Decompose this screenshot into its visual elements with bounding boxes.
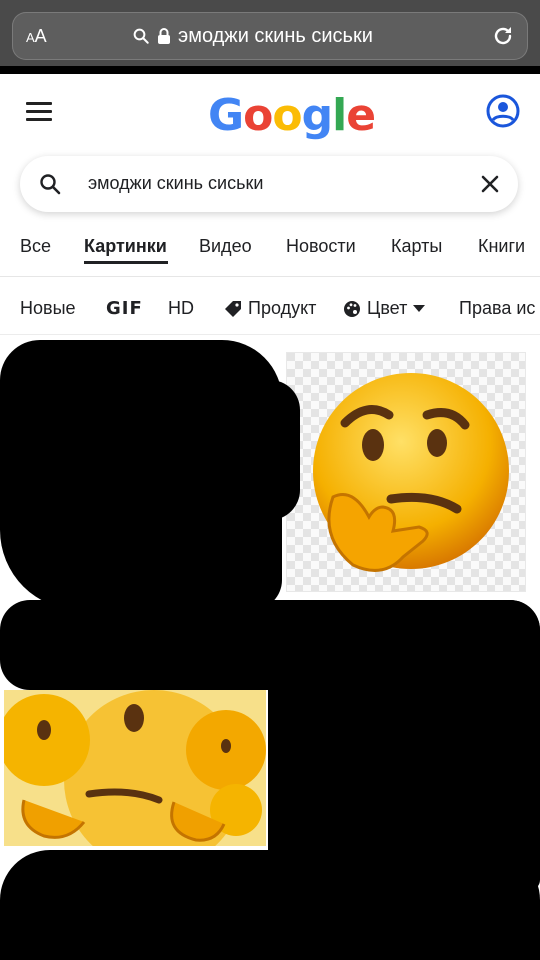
filter-gif-label: GIF [106, 298, 143, 319]
filter-color-label: Цвет [367, 298, 408, 318]
filter-color[interactable]: Цвет [343, 298, 426, 319]
filter-rights-label: Права ис [459, 298, 536, 318]
logo-letter: o [272, 90, 302, 141]
image-result-thinking-emoji[interactable] [286, 352, 526, 592]
url-display[interactable]: эмоджи скинь сиськи [132, 24, 432, 48]
filter-product-label: Продукт [248, 298, 317, 318]
tab-books[interactable]: Книги [478, 236, 525, 257]
redaction-scribble [0, 850, 540, 960]
address-bar[interactable]: AA эмоджи скинь сиськи [12, 12, 528, 60]
search-icon [133, 28, 149, 44]
logo-letter: g [301, 90, 333, 141]
search-box[interactable]: эмоджи скинь сиськи [20, 156, 518, 212]
filter-hd-label: HD [168, 298, 194, 318]
google-logo[interactable]: Google [208, 90, 376, 141]
palette-icon [344, 300, 360, 317]
hamburger-icon[interactable] [26, 102, 52, 122]
lock-icon [158, 28, 170, 44]
search-icon[interactable] [38, 172, 62, 196]
reload-icon[interactable] [490, 23, 516, 49]
dropdown-arrow-icon [413, 304, 426, 312]
redaction-scribble [268, 600, 540, 890]
logo-letter: G [208, 90, 244, 141]
active-tab-indicator [84, 261, 168, 264]
text-size-button[interactable]: AA [26, 26, 47, 47]
tab-news[interactable]: Новости [286, 236, 356, 257]
browser-top-bar: AA эмоджи скинь сиськи [0, 0, 540, 70]
redaction-scribble [240, 380, 300, 520]
separator [0, 66, 540, 74]
search-input[interactable]: эмоджи скинь сиськи [88, 173, 263, 194]
logo-letter: o [243, 90, 273, 141]
divider [0, 276, 540, 277]
filter-rights[interactable]: Права ис [459, 298, 535, 319]
filter-product[interactable]: Продукт [224, 298, 316, 319]
logo-letter: e [346, 90, 376, 141]
filter-new[interactable]: Новые [20, 298, 76, 319]
account-icon[interactable] [486, 94, 520, 128]
divider [0, 334, 540, 335]
tag-icon [225, 300, 241, 317]
image-result-thinking-collage[interactable] [0, 690, 266, 870]
logo-letter: l [332, 90, 347, 141]
filter-new-label: Новые [20, 298, 76, 318]
tab-all[interactable]: Все [20, 236, 51, 257]
search-tabs: Все Картинки Видео Новости Карты Книги [0, 228, 540, 276]
url-text: эмоджи скинь сиськи [178, 24, 373, 47]
text-size-small-label: A [26, 30, 35, 45]
filter-gif[interactable]: GIF [106, 298, 143, 319]
filter-hd[interactable]: HD [168, 298, 194, 319]
thinking-emoji-collage-image [0, 690, 266, 870]
tab-video[interactable]: Видео [199, 236, 252, 257]
clear-icon[interactable] [478, 172, 502, 196]
tab-images[interactable]: Картинки [84, 236, 167, 257]
google-header: Google [0, 74, 540, 152]
text-size-large-label: A [34, 26, 47, 46]
thinking-emoji-image [287, 353, 525, 591]
filter-chips: Новые GIF HD Продукт Цвет Права ис [0, 290, 540, 326]
tab-maps[interactable]: Карты [391, 236, 442, 257]
